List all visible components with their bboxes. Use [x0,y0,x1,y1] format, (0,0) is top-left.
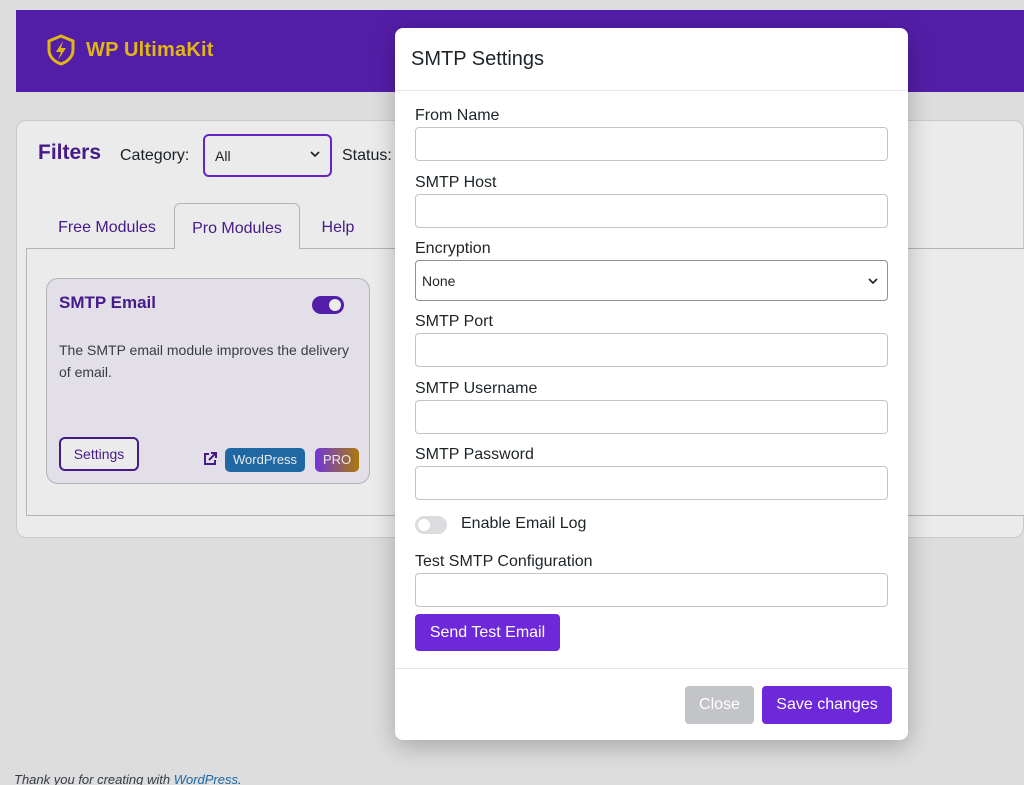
modal-header: SMTP Settings [395,28,908,91]
encryption-label: Encryption [415,240,491,257]
test-email-input[interactable] [415,573,888,607]
send-test-email-button[interactable]: Send Test Email [415,614,560,651]
close-button[interactable]: Close [685,686,754,724]
smtp-password-label: SMTP Password [415,446,534,463]
smtp-username-input[interactable] [415,400,888,434]
smtp-host-input[interactable] [415,194,888,228]
email-log-toggle[interactable] [415,516,447,534]
from-name-input[interactable] [415,127,888,161]
test-config-label: Test SMTP Configuration [415,553,593,570]
modal-title: SMTP Settings [411,48,545,70]
modal-footer: Close Save changes [395,668,908,740]
smtp-port-label: SMTP Port [415,313,493,330]
smtp-settings-modal: SMTP Settings From Name SMTP Host Encryp… [395,28,908,740]
email-log-label: Enable Email Log [461,515,587,532]
smtp-port-input[interactable] [415,333,888,367]
chevron-down-icon [868,278,878,285]
encryption-select[interactable]: None [415,260,888,301]
save-changes-button[interactable]: Save changes [762,686,892,724]
smtp-username-label: SMTP Username [415,380,538,397]
smtp-host-label: SMTP Host [415,174,497,191]
smtp-password-input[interactable] [415,466,888,500]
encryption-select-value: None [422,273,456,289]
from-name-label: From Name [415,107,500,124]
